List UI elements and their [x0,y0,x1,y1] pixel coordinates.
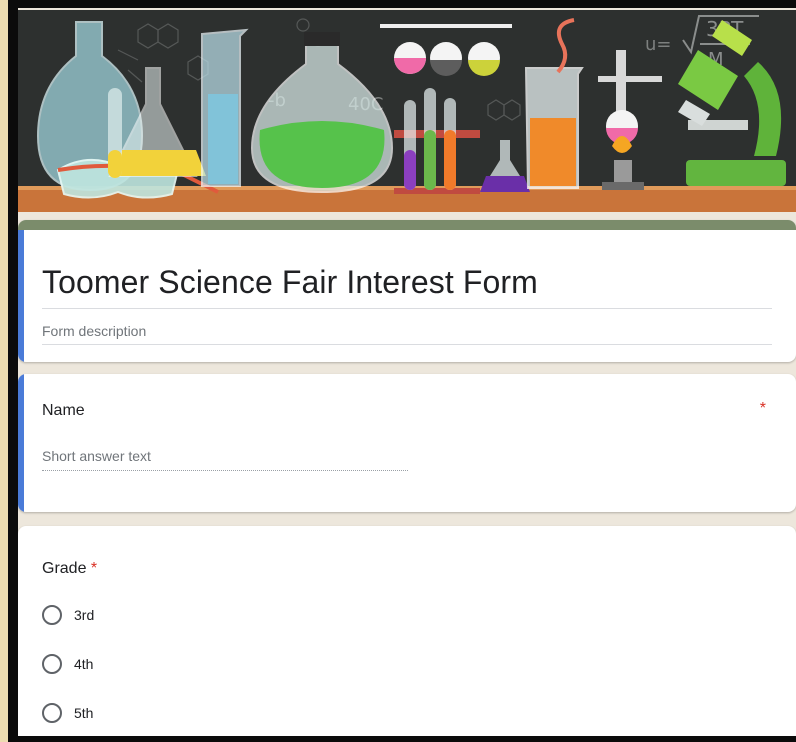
option-row[interactable]: 5th [42,701,93,725]
question-title[interactable]: Name [42,402,85,420]
beaker-icon [201,28,249,187]
header-image: -b 40C u= 3RT M [18,10,796,212]
description-underline [42,344,772,345]
radio-button[interactable] [42,654,62,674]
option-label: 3rd [74,607,95,623]
answer-underline [42,470,408,471]
question-title[interactable]: Grade * [42,560,97,578]
question-card-name[interactable]: Name * Short answer text [18,374,796,512]
title-underline [42,308,772,309]
option-row[interactable]: 4th [42,652,93,676]
window-frame: -b 40C u= 3RT M [8,0,796,742]
active-card-indicator [18,230,24,362]
active-card-indicator [18,374,24,512]
theme-color-bar [18,220,796,230]
form-editor-page: -b 40C u= 3RT M [18,8,796,736]
radio-button[interactable] [42,703,62,723]
option-label: 4th [74,656,94,672]
science-lab-illustration: -b 40C u= 3RT M [18,10,796,212]
short-answer-placeholder: Short answer text [42,448,151,464]
question-card-grade[interactable]: Grade * 3rd 4th 5th [18,526,796,736]
option-row[interactable]: 3rd [42,603,94,627]
question-title-text: Grade [42,560,87,577]
chalk-text-u: u= [645,34,672,55]
option-label: 5th [74,705,94,721]
form-title-card[interactable]: Toomer Science Fair Interest Form Form d… [18,220,796,362]
radio-button[interactable] [42,605,62,625]
required-marker: * [759,400,766,417]
form-description-field[interactable]: Form description [42,323,146,339]
required-marker: * [90,560,98,577]
form-title[interactable]: Toomer Science Fair Interest Form [42,264,538,301]
